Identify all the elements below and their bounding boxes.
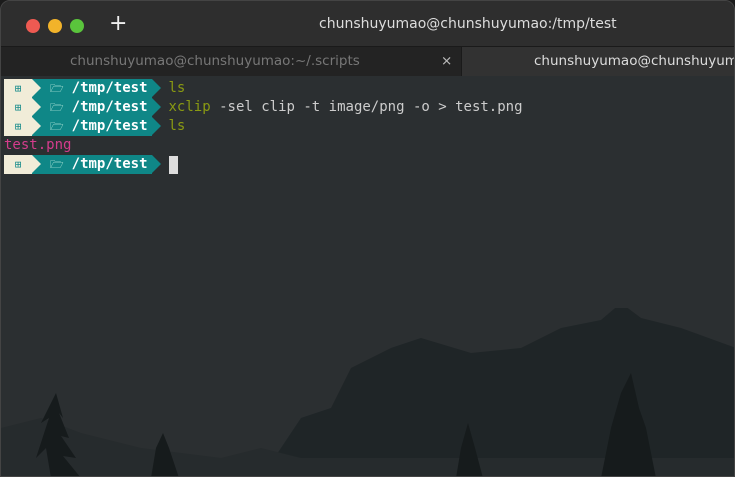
command-name: xclip [168, 99, 211, 115]
prompt-icon: ⊞ [4, 155, 41, 174]
tab-label: chunshuyumao@chunshuyumao:/tmp/test [534, 53, 734, 69]
maximize-window-button[interactable] [70, 19, 84, 33]
tab-tmp-test[interactable]: chunshuyumao@chunshuyumao:/tmp/test [461, 47, 734, 76]
text-cursor [168, 155, 178, 174]
prompt-line: ⊞ 🗁 /tmp/test xclip -sel clip -t image/png … [4, 98, 523, 117]
prompt-line: ⊞ 🗁 /tmp/test ls [4, 117, 185, 136]
tab-label: chunshuyumao@chunshuyumao:~/.scripts [70, 53, 360, 69]
title-bar: + chunshuyumao@chunshuyumao:/tmp/test [1, 1, 734, 47]
command-output: test.png [4, 137, 72, 153]
close-tab-icon[interactable]: × [441, 47, 452, 76]
prompt-cwd: 🗁 /tmp/test [32, 79, 160, 98]
prompt-icon: ⊞ [4, 117, 41, 136]
cwd-text: /tmp/test [71, 80, 148, 96]
folder-icon: 🗁 [50, 158, 64, 171]
command-name: ls [168, 118, 186, 134]
command-args: -sel clip -t image/png -o > test.png [210, 99, 523, 115]
folder-icon: 🗁 [50, 120, 64, 133]
prompt-cwd: 🗁 /tmp/test [32, 117, 160, 136]
folder-icon: 🗁 [50, 82, 64, 95]
cwd-text: /tmp/test [71, 156, 148, 172]
prompt-icon: ⊞ [4, 98, 41, 117]
cwd-text: /tmp/test [71, 99, 148, 115]
cwd-text: /tmp/test [71, 118, 148, 134]
minimize-window-button[interactable] [48, 19, 62, 33]
tab-scripts[interactable]: chunshuyumao@chunshuyumao:~/.scripts × [1, 47, 461, 76]
prompt-cwd: 🗁 /tmp/test [32, 98, 160, 117]
window-title: chunshuyumao@chunshuyumao:/tmp/test [319, 16, 617, 32]
terminal-window: + chunshuyumao@chunshuyumao:/tmp/test ch… [0, 0, 735, 477]
prompt-line-current: ⊞ 🗁 /tmp/test [4, 155, 178, 174]
mountain-background [1, 308, 734, 476]
command-name: ls [168, 80, 186, 96]
prompt-cwd: 🗁 /tmp/test [32, 155, 160, 174]
prompt-line: ⊞ 🗁 /tmp/test ls [4, 79, 185, 98]
folder-icon: 🗁 [50, 101, 64, 114]
prompt-icon: ⊞ [4, 79, 41, 98]
new-tab-button[interactable]: + [109, 13, 127, 35]
tab-bar: chunshuyumao@chunshuyumao:~/.scripts × ch… [1, 47, 734, 76]
close-window-button[interactable] [26, 19, 40, 33]
terminal-content[interactable]: ⊞ 🗁 /tmp/test ls ⊞ 🗁 /tmp/test xclip -sel clip… [1, 77, 734, 476]
